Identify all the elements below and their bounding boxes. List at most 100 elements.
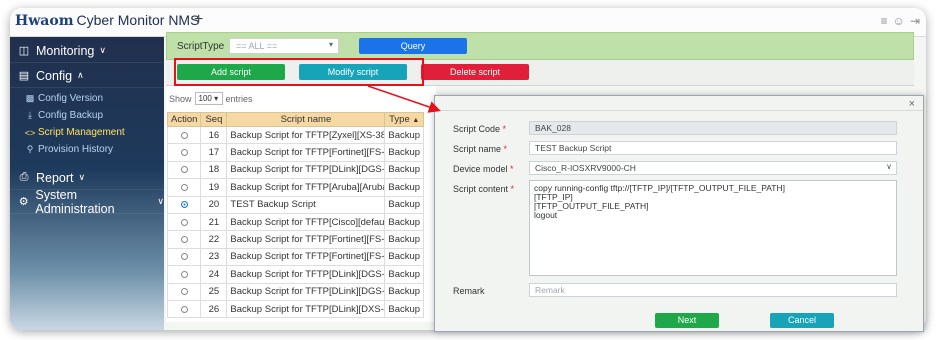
gear-icon: ⚙ <box>18 196 29 208</box>
query-button[interactable]: Query <box>359 38 467 54</box>
highlight-box <box>174 58 424 86</box>
table-header-row: Action Seq Script name Type ▲ <box>166 112 425 127</box>
sidebar-item-label: Script Management <box>38 127 125 138</box>
script-line: [TFTP_OUTPUT_FILE_PATH] <box>534 201 649 211</box>
table-row[interactable]: 21 Backup Script for TFTP[Cisco][default]… <box>166 212 425 232</box>
sidebar-item-config-version[interactable]: ▩ Config Version <box>24 93 103 104</box>
row-action-cell[interactable] <box>166 125 202 145</box>
table-row[interactable]: 24Backup Script for TFTP[DLink][DGS-1250… <box>166 265 425 284</box>
script-table-panel: Show 100 ▾ entries Action Seq Script nam… <box>166 86 436 322</box>
script-type-select[interactable]: == ALL == ▾ <box>229 38 339 54</box>
row-radio[interactable] <box>180 236 188 244</box>
page-size-select[interactable]: 100 ▾ <box>194 92 223 105</box>
row-action-cell[interactable] <box>166 299 202 319</box>
table-row[interactable]: 26Backup Script for TFTP[DLink][DXS-1210… <box>166 299 425 319</box>
row-action-cell[interactable] <box>166 230 202 249</box>
table-row[interactable]: 18Backup Script for TFTP[DLink][DGS-1510… <box>166 160 425 180</box>
sidebar-item-script-management[interactable]: <> Script Management <box>24 127 125 138</box>
sidebar-item-report[interactable]: ⎙ Report ∨ <box>10 166 164 190</box>
cancel-button[interactable]: Cancel <box>770 313 834 328</box>
script-code-label: Script Code * <box>453 124 506 134</box>
close-icon[interactable]: × <box>909 98 915 110</box>
row-action-cell[interactable] <box>166 265 202 284</box>
row-type: Backup <box>384 212 425 232</box>
next-button[interactable]: Next <box>655 313 719 328</box>
sidebar-item-label: System Administration <box>35 187 115 216</box>
column-header-action[interactable]: Action <box>166 112 202 127</box>
field-value: BAK_028 <box>535 123 571 133</box>
row-seq: 23 <box>200 247 228 267</box>
column-header-type[interactable]: Type ▲ <box>384 112 425 127</box>
table-row[interactable]: 23Backup Script for TFTP[Fortinet][FS-44… <box>166 247 425 267</box>
table-row[interactable]: 22Backup Script for TFTP[Fortinet][FS-10… <box>166 230 425 249</box>
column-header-type-label: Type <box>389 114 410 125</box>
new-tab-button[interactable]: + <box>194 11 203 29</box>
row-action-cell[interactable] <box>166 143 202 162</box>
menu-icon[interactable]: ≡ <box>881 14 888 28</box>
row-action-cell[interactable] <box>166 195 202 214</box>
script-content-textarea[interactable]: copy running-config tftp://[TFTP_IP]/[TF… <box>529 180 897 276</box>
label-text: Script Code <box>453 124 501 134</box>
user-icon[interactable]: ☺ <box>893 14 905 28</box>
remark-label: Remark <box>453 286 485 296</box>
row-script-name: Backup Script for TFTP[DLink][DGS-1250] <box>226 265 386 284</box>
row-radio[interactable] <box>180 131 188 139</box>
search-icon: ⚲ <box>26 144 34 154</box>
remark-field[interactable]: Remark <box>529 283 897 297</box>
row-script-name: Backup Script for TFTP[DLink][DXS-1210-1… <box>226 299 386 319</box>
table-row[interactable]: 20 TEST Backup Script Backup <box>166 195 425 214</box>
row-radio[interactable] <box>180 270 188 278</box>
script-type-value: == ALL == <box>236 41 278 51</box>
row-seq: 18 <box>200 160 228 180</box>
row-radio[interactable] <box>180 218 188 226</box>
row-radio[interactable] <box>180 149 188 157</box>
sidebar-item-system-administration[interactable]: ⚙ System Administration ∨ <box>10 187 164 216</box>
script-name-field[interactable]: TEST Backup Script <box>529 141 897 155</box>
row-type: Backup <box>384 125 425 145</box>
label-text: Script name <box>453 144 502 154</box>
row-radio[interactable] <box>180 253 188 261</box>
row-radio[interactable] <box>180 201 188 209</box>
row-action-cell[interactable] <box>166 160 202 180</box>
row-action-cell[interactable] <box>166 178 202 197</box>
device-model-select[interactable]: Cisco_R-IOSXRV9000-CH ∨ <box>529 161 897 175</box>
row-type: Backup <box>384 247 425 267</box>
row-type: Backup <box>384 265 425 284</box>
table-row[interactable]: 16 Backup Script for TFTP[Zyxel][XS-3800]… <box>166 125 425 145</box>
row-seq: 17 <box>200 143 228 162</box>
sidebar-item-config-backup[interactable]: ⤓ Config Backup <box>24 110 103 121</box>
table-row[interactable]: 17Backup Script for TFTP[Fortinet][FS-52… <box>166 143 425 162</box>
logout-icon[interactable]: ⇥ <box>910 14 920 28</box>
row-seq: 22 <box>200 230 228 249</box>
row-type: Backup <box>384 230 425 249</box>
chevron-down-icon: ∨ <box>78 172 86 182</box>
row-action-cell[interactable] <box>166 212 202 232</box>
printer-icon: ⎙ <box>19 171 29 183</box>
column-header-seq[interactable]: Seq <box>200 112 228 127</box>
sidebar-item-provision-history[interactable]: ⚲ Provision History <box>24 144 113 155</box>
row-radio[interactable] <box>180 288 188 296</box>
row-radio[interactable] <box>180 305 188 313</box>
script-code-field[interactable]: BAK_028 <box>529 121 897 135</box>
row-radio[interactable] <box>180 183 188 191</box>
row-type: Backup <box>384 143 425 162</box>
script-type-label: ScriptType <box>177 41 225 52</box>
logo-mark: om <box>49 13 74 29</box>
chevron-up-icon: ∧ <box>77 70 84 80</box>
sidebar-item-config[interactable]: ▤ Config ∧ <box>10 64 164 88</box>
row-action-cell[interactable] <box>166 282 202 301</box>
table-row[interactable]: 25Backup Script for TFTP[DLink][DGS-3120… <box>166 282 425 301</box>
chevron-down-icon: ∨ <box>886 162 892 171</box>
sidebar-item-monitoring[interactable]: ◫ Monitoring ∨ <box>10 39 164 63</box>
row-radio[interactable] <box>180 166 188 174</box>
file-icon: ▩ <box>25 93 35 103</box>
logo-brand: Hwa <box>15 13 50 29</box>
column-header-script-name[interactable]: Script name <box>226 112 386 127</box>
row-type: Backup <box>384 160 425 180</box>
sidebar-item-label: Provision History <box>38 144 114 155</box>
table-row[interactable]: 19Backup Script for TFTP[Aruba][Aruba722… <box>166 178 425 197</box>
delete-script-button[interactable]: Delete script <box>421 64 529 80</box>
row-type: Backup <box>384 282 425 301</box>
entries-label: entries <box>225 93 253 104</box>
row-action-cell[interactable] <box>166 247 202 267</box>
